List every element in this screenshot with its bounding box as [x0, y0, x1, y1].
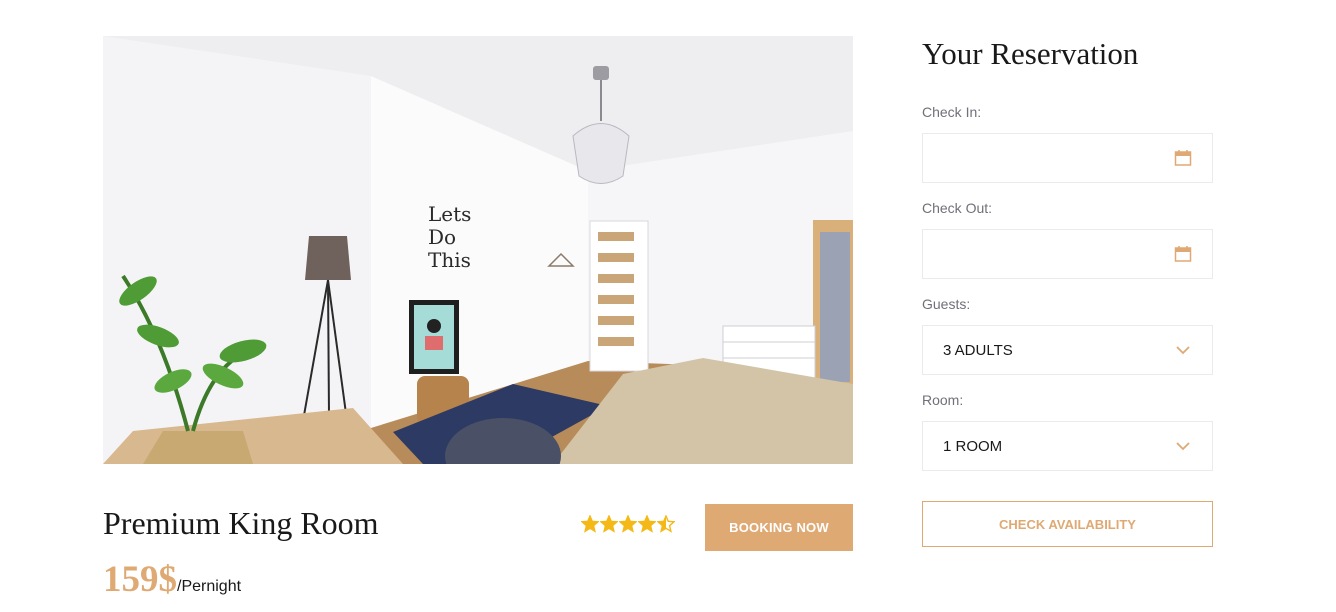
- star-icon: [638, 515, 656, 533]
- guests-label: Guests:: [922, 296, 971, 312]
- check-in-field[interactable]: [922, 133, 1213, 183]
- star-rating: [581, 515, 675, 533]
- svg-text:This: This: [428, 248, 471, 272]
- star-icon: [619, 515, 637, 533]
- room-value: 1 ROOM: [943, 437, 1003, 455]
- room-title: Premium King Room: [103, 505, 379, 541]
- calendar-icon: [1174, 246, 1192, 262]
- guests-value: 3 ADULTS: [943, 341, 1013, 359]
- room-label: Room:: [922, 392, 964, 408]
- booking-now-button[interactable]: BOOKING NOW: [705, 504, 853, 551]
- check-availability-button[interactable]: CHECK AVAILABILITY: [922, 501, 1213, 547]
- check-out-field[interactable]: [922, 229, 1213, 279]
- room-photo: Lets Do This: [103, 36, 853, 464]
- price-unit: /Pernight: [177, 578, 242, 595]
- room-price: 159$/Pernight: [103, 558, 241, 609]
- star-icon: [600, 515, 618, 533]
- svg-text:Lets: Lets: [428, 202, 471, 226]
- price-value: 159$: [103, 559, 177, 600]
- star-half-icon: [657, 515, 675, 533]
- check-out-label: Check Out:: [922, 200, 993, 216]
- guests-select[interactable]: 3 ADULTS: [922, 325, 1213, 375]
- chevron-down-icon: [1176, 442, 1190, 451]
- check-in-label: Check In:: [922, 104, 982, 120]
- chevron-down-icon: [1176, 346, 1190, 355]
- room-select[interactable]: 1 ROOM: [922, 421, 1213, 471]
- reservation-title: Your Reservation: [922, 36, 1139, 71]
- star-icon: [581, 515, 599, 533]
- calendar-icon: [1174, 150, 1192, 166]
- svg-text:Do: Do: [428, 225, 456, 249]
